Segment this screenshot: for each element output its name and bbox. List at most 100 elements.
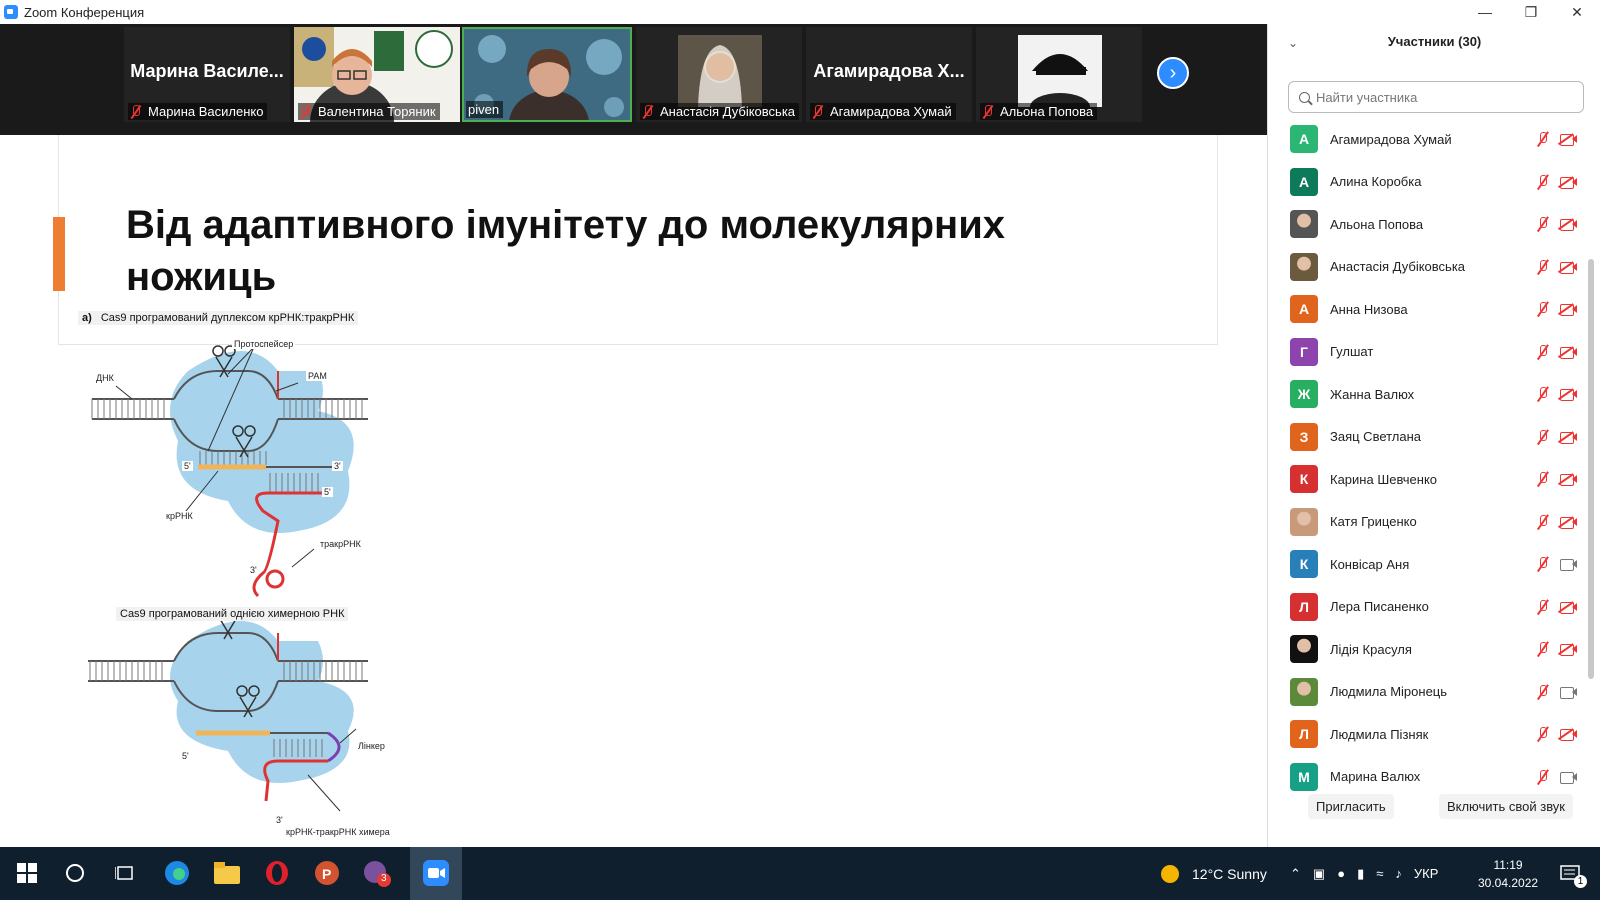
wifi-icon[interactable]: ≈: [1376, 866, 1383, 881]
mic-muted-icon[interactable]: [1536, 641, 1550, 657]
participant-row[interactable]: Катя Гриценко: [1268, 501, 1588, 544]
mic-muted-icon[interactable]: [1536, 301, 1550, 317]
video-off-icon[interactable]: [1560, 516, 1578, 529]
participant-row[interactable]: Л Лера Писаненко: [1268, 586, 1588, 629]
search-participants-input[interactable]: Найти участника: [1288, 81, 1584, 113]
participant-row[interactable]: Людмила Міронець: [1268, 671, 1588, 714]
participant-name: Лера Писаненко: [1330, 599, 1429, 615]
zoom-app-icon[interactable]: [421, 858, 451, 888]
video-on-icon[interactable]: [1560, 686, 1578, 699]
clock-time: 11:19: [1493, 857, 1523, 872]
mic-muted-icon[interactable]: [1536, 471, 1550, 487]
windows-start-icon[interactable]: [12, 858, 42, 888]
mic-muted-icon[interactable]: [1536, 769, 1550, 785]
video-tile-2[interactable]: Валентина Торяник: [294, 27, 460, 122]
avatar: [1290, 507, 1318, 536]
participant-row[interactable]: Альона Попова: [1268, 203, 1588, 246]
task-view-icon[interactable]: [110, 858, 140, 888]
mic-muted-icon: [130, 104, 142, 119]
video-off-icon[interactable]: [1560, 728, 1578, 741]
label-tracrrna: тракрРНК: [318, 539, 363, 549]
video-off-icon[interactable]: [1560, 261, 1578, 274]
mic-muted-icon: [642, 104, 654, 119]
video-tile-4[interactable]: Анастасія Дубіковська: [636, 27, 802, 122]
video-off-icon[interactable]: [1560, 176, 1578, 189]
search-icon[interactable]: [60, 858, 90, 888]
microphone-icon[interactable]: ●: [1337, 866, 1345, 881]
video-on-icon[interactable]: [1560, 558, 1578, 571]
battery-icon[interactable]: ▮: [1357, 866, 1364, 882]
participant-row[interactable]: З Заяц Светлана: [1268, 416, 1588, 459]
video-off-icon[interactable]: [1560, 431, 1578, 444]
participant-row[interactable]: Г Гулшат: [1268, 331, 1588, 374]
invite-button[interactable]: Пригласить: [1308, 794, 1394, 819]
viber-icon[interactable]: 3: [362, 858, 392, 888]
participant-row[interactable]: М Марина Валюх: [1268, 756, 1588, 799]
powerpoint-icon[interactable]: P: [312, 858, 342, 888]
label-pam: РАМ: [306, 371, 329, 381]
video-off-icon[interactable]: [1560, 601, 1578, 614]
video-off-icon[interactable]: [1560, 133, 1578, 146]
tile-namebar: Агамирадова Хумай: [810, 103, 956, 120]
video-on-icon[interactable]: [1560, 771, 1578, 784]
participant-row[interactable]: А Анна Низова: [1268, 288, 1588, 331]
video-off-icon[interactable]: [1560, 303, 1578, 316]
unmute-button[interactable]: Включить свой звук: [1438, 794, 1573, 819]
mic-muted-icon: [982, 104, 994, 119]
mic-muted-icon[interactable]: [1536, 726, 1550, 742]
video-off-icon[interactable]: [1560, 218, 1578, 231]
mic-muted-icon[interactable]: [1536, 386, 1550, 402]
file-explorer-icon[interactable]: [212, 858, 242, 888]
video-tile-3-active-speaker[interactable]: piven: [462, 27, 632, 122]
participant-name: Анастасія Дубіковська: [1330, 259, 1466, 275]
participant-name: Катя Гриценко: [1330, 514, 1417, 530]
mic-muted-icon[interactable]: [1536, 556, 1550, 572]
participant-row[interactable]: Лідія Красуля: [1268, 628, 1588, 671]
video-off-icon[interactable]: [1560, 346, 1578, 359]
restore-button[interactable]: ❐: [1508, 0, 1554, 24]
mic-muted-icon: [300, 104, 312, 119]
avatar: Г: [1290, 337, 1318, 366]
avatar: [1290, 210, 1318, 239]
participant-row[interactable]: Анастасія Дубіковська: [1268, 246, 1588, 289]
clock[interactable]: 11:19 30.04.2022: [1478, 847, 1538, 900]
video-tile-6[interactable]: Альона Попова: [976, 27, 1142, 122]
label-5prime: 5': [180, 751, 191, 761]
video-off-icon[interactable]: [1560, 473, 1578, 486]
mic-muted-icon[interactable]: [1536, 131, 1550, 147]
chevron-up-icon[interactable]: ⌃: [1290, 866, 1301, 882]
video-off-icon[interactable]: [1560, 643, 1578, 656]
participants-scrollbar[interactable]: [1588, 259, 1594, 679]
participant-row[interactable]: А Агамирадова Хумай: [1268, 118, 1588, 161]
mic-muted-icon[interactable]: [1536, 684, 1550, 700]
cas9-diagram: [88, 345, 368, 812]
opera-browser-icon[interactable]: [262, 858, 292, 888]
participant-row[interactable]: А Алина Коробка: [1268, 161, 1588, 204]
video-tile-5[interactable]: Агамирадова Х... Агамирадова Хумай: [806, 27, 972, 122]
mic-muted-icon[interactable]: [1536, 216, 1550, 232]
weather-widget[interactable]: 12°C Sunny: [1160, 847, 1267, 900]
volume-icon[interactable]: ♪: [1395, 866, 1402, 881]
edge-browser-icon[interactable]: [162, 858, 192, 888]
mic-muted-icon[interactable]: [1536, 599, 1550, 615]
participant-row[interactable]: К Карина Шевченко: [1268, 458, 1588, 501]
notification-center-icon[interactable]: 1: [1560, 847, 1587, 900]
meet-now-icon[interactable]: ▣: [1313, 866, 1325, 882]
mic-muted-icon[interactable]: [1536, 174, 1550, 190]
minimize-button[interactable]: —: [1462, 0, 1508, 24]
participant-row[interactable]: Л Людмила Пізняк: [1268, 713, 1588, 756]
video-off-icon[interactable]: [1560, 388, 1578, 401]
participant-list: А Агамирадова Хумай А Алина Коробка Альона П…: [1268, 118, 1588, 798]
label-chimera: крРНК-тракрРНК химера: [284, 827, 392, 837]
video-tile-1[interactable]: Марина Василе... Марина Василенко: [124, 27, 290, 122]
language-indicator[interactable]: УКР: [1414, 866, 1439, 881]
mic-muted-icon[interactable]: [1536, 259, 1550, 275]
participant-row[interactable]: Ж Жанна Валюх: [1268, 373, 1588, 416]
participant-row[interactable]: К Конвісар Аня: [1268, 543, 1588, 586]
next-videos-button[interactable]: ›: [1157, 57, 1189, 89]
mic-muted-icon[interactable]: [1536, 429, 1550, 445]
close-button[interactable]: ✕: [1554, 0, 1600, 24]
mic-muted-icon[interactable]: [1536, 514, 1550, 530]
mic-muted-icon[interactable]: [1536, 344, 1550, 360]
participants-title: Участники (30): [1387, 34, 1482, 49]
